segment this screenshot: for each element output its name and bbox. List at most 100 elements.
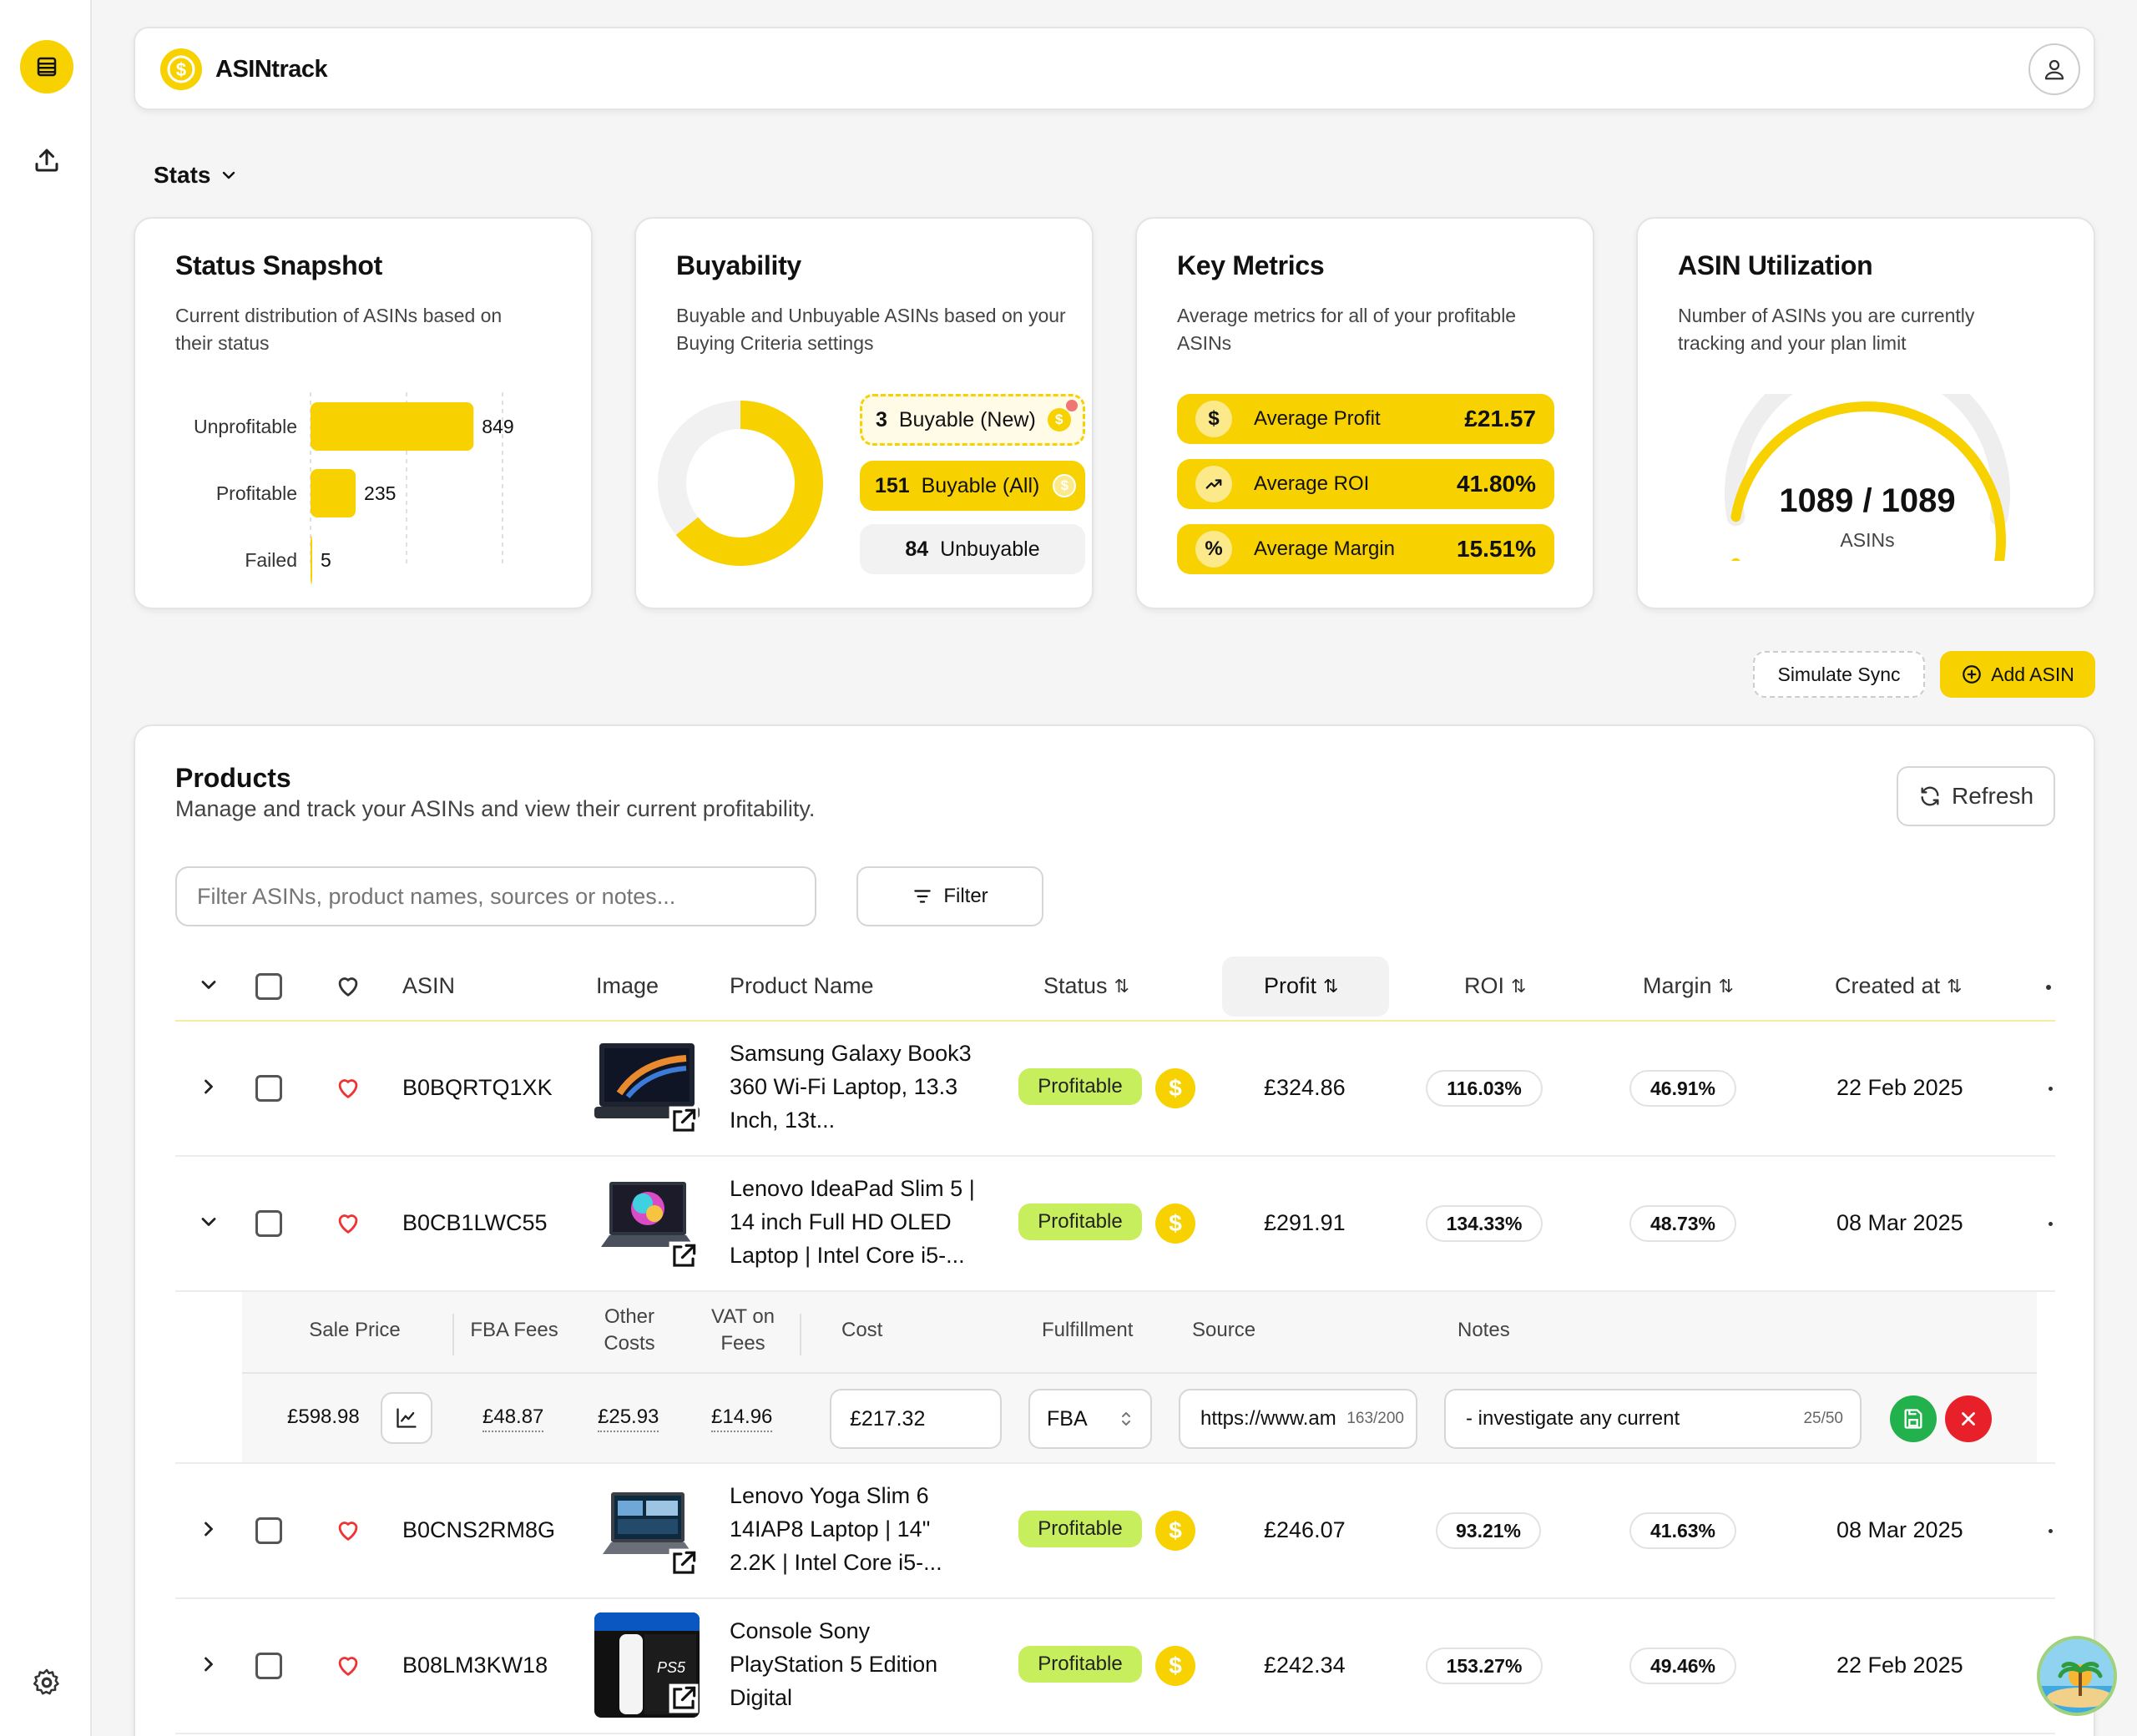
column-roi-label: ROI	[1464, 973, 1505, 998]
cost-input[interactable]: £217.32	[830, 1389, 1002, 1449]
metric-label: Average Profit	[1254, 407, 1381, 430]
fulfillment-select[interactable]: FBA	[1028, 1389, 1152, 1449]
external-link-icon[interactable]	[668, 1240, 700, 1272]
chart-category-label: Profitable	[216, 482, 297, 504]
price-history-button[interactable]	[381, 1392, 432, 1444]
user-icon	[2044, 59, 2064, 80]
column-created-label: Created at	[1835, 973, 1941, 998]
product-name[interactable]: Lenovo Yoga Slim 6 14IAP8 Laptop | 14" 2…	[730, 1479, 980, 1579]
metric-value: 15.51%	[1457, 536, 1536, 562]
dashboard-nav-button[interactable]	[20, 40, 73, 93]
asin-utilization-card: ASIN Utilization Number of ASINs you are…	[1636, 217, 2095, 609]
row-checkbox[interactable]	[255, 1075, 282, 1102]
close-icon	[1962, 1412, 1975, 1426]
row-checkbox[interactable]	[255, 1517, 282, 1544]
card-title: ASIN Utilization	[1678, 250, 1873, 280]
row-more-icon[interactable]	[2049, 1222, 2053, 1226]
stats-toggle-label: Stats	[154, 162, 211, 188]
heart-outline-icon[interactable]	[334, 971, 362, 1000]
card-title: Key Metrics	[1177, 250, 1325, 280]
expand-all-chevron-icon[interactable]	[197, 973, 220, 997]
simulate-sync-button[interactable]: Simulate Sync	[1753, 651, 1925, 698]
buyable-coin-icon: $	[1155, 1068, 1195, 1108]
plus-circle-icon	[1963, 665, 1981, 684]
utilization-unit: ASINs	[1840, 529, 1895, 551]
chevron-down-icon	[223, 171, 235, 179]
notes-input[interactable]: - investigate any current 25/50	[1444, 1389, 1862, 1449]
header-separator	[452, 1314, 454, 1355]
created-at-cell: 22 Feb 2025	[1836, 1075, 1963, 1100]
heart-outline-icon[interactable]	[334, 1073, 362, 1102]
svg-text:$: $	[176, 59, 186, 80]
external-link-icon[interactable]	[668, 1683, 700, 1714]
chart-value-label: 5	[321, 549, 331, 571]
chart-bar	[311, 536, 312, 584]
more-columns-icon[interactable]	[2046, 985, 2051, 990]
trend-up-icon	[1195, 466, 1232, 502]
column-roi[interactable]: ROI ⇅	[1464, 973, 1526, 999]
settings-nav-button[interactable]	[20, 1656, 73, 1709]
assistant-avatar-button[interactable]	[2037, 1636, 2117, 1716]
other-costs-value[interactable]: £25.93	[598, 1405, 659, 1432]
chart-bar	[311, 402, 474, 451]
status-bar-chart: Unprofitable 849 Profitable 235 Failed 5	[194, 392, 514, 584]
product-name[interactable]: Samsung Galaxy Book3 360 Wi-Fi Laptop, 1…	[730, 1037, 980, 1137]
row-checkbox[interactable]	[255, 1653, 282, 1679]
column-profit-label: Profit	[1264, 973, 1317, 998]
sidebar-rail	[0, 0, 92, 1736]
fba-fees-value[interactable]: £48.87	[482, 1405, 544, 1432]
refresh-button[interactable]: Refresh	[1897, 766, 2055, 826]
heart-outline-icon[interactable]	[334, 1209, 362, 1237]
roi-badge: 134.33%	[1426, 1205, 1543, 1242]
column-created-at[interactable]: Created at ⇅	[1835, 973, 1963, 999]
chevron-right-icon[interactable]	[197, 1517, 220, 1541]
row-checkbox[interactable]	[255, 1210, 282, 1237]
search-input[interactable]	[175, 866, 816, 926]
row-divider	[175, 1733, 2055, 1734]
upload-nav-button[interactable]	[20, 134, 73, 187]
asin-cell: B08LM3KW18	[402, 1653, 548, 1678]
profile-button[interactable]	[2028, 43, 2080, 95]
profit-cell: £291.91	[1264, 1210, 1346, 1235]
buyable-all-filter[interactable]: 151 Buyable (All) $	[860, 461, 1085, 511]
margin-badge: 48.73%	[1629, 1205, 1736, 1242]
column-profit[interactable]: Profit ⇅	[1264, 973, 1338, 999]
product-name[interactable]: Lenovo IdeaPad Slim 5 | 14 inch Full HD …	[730, 1172, 980, 1272]
profit-cell: £324.86	[1264, 1075, 1346, 1100]
column-status[interactable]: Status ⇅	[1043, 973, 1129, 999]
status-badge: Profitable	[1018, 1646, 1142, 1683]
unbuyable-filter[interactable]: 84 Unbuyable	[860, 524, 1085, 574]
chevron-right-icon[interactable]	[197, 1653, 220, 1676]
select-chevron-icon	[1122, 1412, 1130, 1426]
dollar-icon: $	[1195, 401, 1232, 437]
sale-price-value: £598.98	[287, 1405, 360, 1428]
source-char-count: 163/200	[1346, 1410, 1404, 1427]
product-name[interactable]: Console Sony PlayStation 5 Edition Digit…	[730, 1614, 980, 1714]
heart-outline-icon[interactable]	[334, 1516, 362, 1544]
vat-on-fees-value[interactable]: £14.96	[711, 1405, 773, 1432]
filter-button[interactable]: Filter	[856, 866, 1043, 926]
line-chart-icon	[397, 1408, 417, 1428]
buyable-new-filter[interactable]: 3 Buyable (New) $	[860, 394, 1085, 446]
cancel-button[interactable]	[1945, 1395, 1992, 1442]
buyable-new-label: Buyable (New)	[898, 407, 1036, 431]
column-margin[interactable]: Margin ⇅	[1643, 973, 1734, 999]
chart-value-label: 849	[482, 416, 513, 437]
row-divider	[175, 1597, 2055, 1599]
stats-toggle[interactable]: Stats	[154, 162, 239, 189]
add-asin-button[interactable]: Add ASIN	[1940, 651, 2095, 698]
select-all-checkbox[interactable]	[255, 973, 282, 1000]
heart-outline-icon[interactable]	[334, 1651, 362, 1679]
fulfillment-header: Fulfillment	[1042, 1319, 1134, 1341]
chevron-right-icon[interactable]	[197, 1075, 220, 1098]
source-input[interactable]: https://www.am 163/200	[1179, 1389, 1417, 1449]
external-link-icon[interactable]	[668, 1105, 700, 1137]
save-button[interactable]	[1890, 1395, 1937, 1442]
buyable-all-count: 151	[875, 473, 910, 497]
add-asin-label: Add ASIN	[1991, 663, 2074, 685]
row-more-icon[interactable]	[2049, 1087, 2053, 1091]
row-more-icon[interactable]	[2049, 1529, 2053, 1533]
chevron-down-icon[interactable]	[197, 1210, 220, 1234]
external-link-icon[interactable]	[668, 1547, 700, 1579]
asin-cell: B0BQRTQ1XK	[402, 1075, 553, 1100]
